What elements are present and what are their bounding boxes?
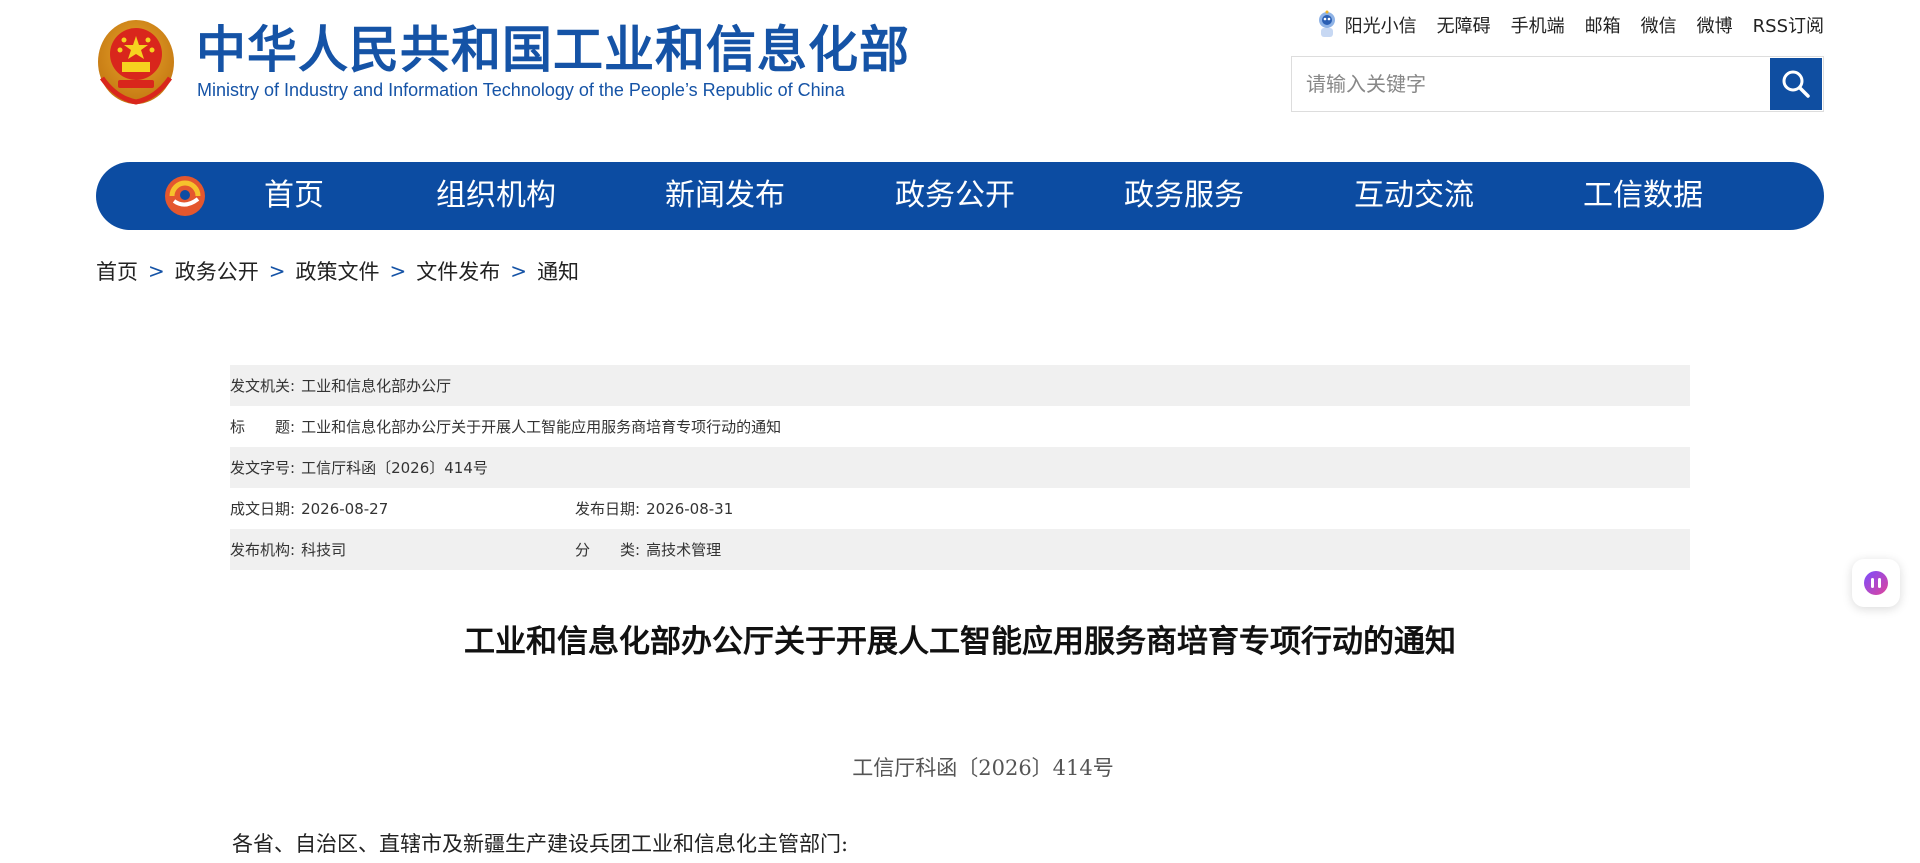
toplink-sunshine[interactable]: 阳光小信: [1315, 10, 1417, 40]
issuer-label: 发文机关:: [230, 377, 296, 395]
article-title: 工业和信息化部办公厅关于开展人工智能应用服务商培育专项行动的通知: [464, 624, 1456, 660]
org-value: 科技司: [301, 541, 347, 559]
search-button[interactable]: [1770, 58, 1822, 110]
robot-assistant-icon: [1318, 10, 1335, 37]
search-box: [1291, 56, 1824, 112]
toplink-mobile[interactable]: 手机端: [1511, 12, 1565, 38]
breadcrumb-policy-docs[interactable]: 政策文件: [296, 256, 380, 286]
breadcrumb: 首页 > 政务公开 > 政策文件 > 文件发布 > 通知: [96, 256, 579, 286]
nav-item-interaction[interactable]: 互动交流: [1354, 162, 1583, 230]
info-row-org: 发布机构: 科技司 分 类: 高技术管理: [230, 529, 1690, 570]
org-label: 发布机构:: [230, 541, 296, 559]
site-title-en[interactable]: Ministry of Industry and Information Tec…: [197, 80, 845, 101]
info-row-dates: 成文日期: 2026-08-27 发布日期: 2026-08-31: [230, 488, 1690, 529]
ai-assistant-button[interactable]: [1852, 559, 1900, 607]
org-cell: 发布机构: 科技司: [230, 539, 575, 560]
published-date-cell: 发布日期: 2026-08-31: [575, 498, 733, 519]
site-title-cn[interactable]: 中华人民共和国工业和信息化部: [196, 20, 910, 80]
national-emblem-icon[interactable]: [96, 18, 176, 106]
toplink-rss[interactable]: RSS订阅: [1753, 12, 1824, 38]
breadcrumb-notice[interactable]: 通知: [537, 256, 579, 286]
created-value: 2026-08-27: [301, 499, 389, 518]
main-nav: 首页 组织机构 新闻发布 政务公开 政务服务 互动交流 工信数据: [96, 162, 1824, 230]
category-cell: 分 类: 高技术管理: [575, 539, 721, 560]
breadcrumb-separator: >: [268, 259, 286, 283]
document-info-table: 发文机关: 工业和信息化部办公厅 标 题: 工业和信息化部办公厅关于开展人工智能…: [230, 365, 1690, 570]
article-doc-number: 工信厅科函〔2026〕414号: [852, 756, 1114, 780]
search-input[interactable]: [1292, 57, 1769, 111]
breadcrumb-separator: >: [389, 259, 407, 283]
toplink-weibo[interactable]: 微博: [1697, 12, 1733, 38]
page: 中华人民共和国工业和信息化部 Ministry of Industry and …: [0, 0, 1920, 863]
category-value: 高技术管理: [646, 541, 722, 559]
nav-item-data[interactable]: 工信数据: [1583, 162, 1703, 230]
toplink-wechat[interactable]: 微信: [1641, 12, 1677, 38]
published-label: 发布日期:: [575, 500, 641, 518]
nav-item-services[interactable]: 政务服务: [1124, 162, 1354, 230]
breadcrumb-public-affairs[interactable]: 政务公开: [175, 256, 259, 286]
nav-item-organization[interactable]: 组织机构: [436, 162, 665, 230]
title-value: 工业和信息化部办公厅关于开展人工智能应用服务商培育专项行动的通知: [301, 418, 782, 436]
created-date-cell: 成文日期: 2026-08-27: [230, 498, 575, 519]
created-label: 成文日期:: [230, 500, 296, 518]
info-row-issuer: 发文机关: 工业和信息化部办公厅: [230, 365, 1690, 406]
search-icon: [1782, 70, 1810, 98]
top-links: 阳光小信 无障碍 手机端 邮箱 微信 微博 RSS订阅: [1315, 10, 1824, 40]
breadcrumb-home[interactable]: 首页: [96, 256, 138, 286]
nav-item-home[interactable]: 首页: [264, 162, 436, 230]
nav-item-public-affairs[interactable]: 政务公开: [895, 162, 1124, 230]
category-label: 分 类:: [575, 541, 641, 559]
info-row-docno: 发文字号: 工信厅科函〔2026〕414号: [230, 447, 1690, 488]
breadcrumb-separator: >: [510, 259, 528, 283]
breadcrumb-doc-release[interactable]: 文件发布: [416, 256, 500, 286]
docno-label: 发文字号:: [230, 459, 296, 477]
toplink-accessibility[interactable]: 无障碍: [1437, 12, 1491, 38]
published-value: 2026-08-31: [646, 499, 734, 518]
ai-assistant-icon: [1864, 571, 1888, 595]
title-label: 标 题:: [230, 418, 296, 436]
miit-logo-icon[interactable]: [162, 173, 208, 219]
issuer-value: 工业和信息化部办公厅: [301, 377, 452, 395]
nav-items: 首页 组织机构 新闻发布 政务公开 政务服务 互动交流 工信数据: [264, 162, 1703, 230]
nav-item-news[interactable]: 新闻发布: [665, 162, 895, 230]
breadcrumb-separator: >: [148, 259, 165, 283]
toplink-mail[interactable]: 邮箱: [1585, 12, 1621, 38]
docno-value: 工信厅科函〔2026〕414号: [301, 459, 488, 477]
info-row-title: 标 题: 工业和信息化部办公厅关于开展人工智能应用服务商培育专项行动的通知: [230, 406, 1690, 447]
toplink-sunshine-label: 阳光小信: [1344, 16, 1417, 37]
article-greeting: 各省、自治区、直辖市及新疆生产建设兵团工业和信息化主管部门:: [232, 832, 849, 856]
